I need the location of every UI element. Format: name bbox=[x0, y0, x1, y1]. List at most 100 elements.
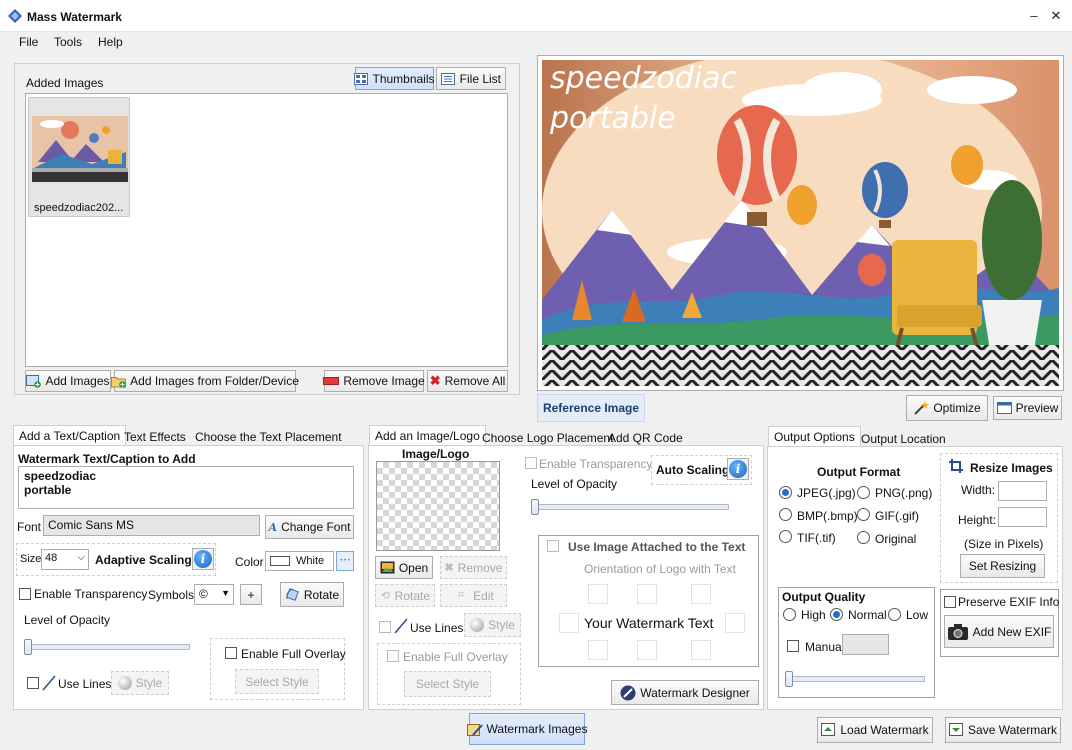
manual-quality-checkbox[interactable] bbox=[787, 640, 799, 652]
remove-image-label: Remove Image bbox=[343, 374, 425, 388]
font-field[interactable]: Comic Sans MS bbox=[43, 515, 260, 536]
format-tif-radio[interactable] bbox=[779, 530, 792, 543]
orientation-top-left[interactable] bbox=[588, 584, 608, 604]
add-symbol-button[interactable]: + bbox=[240, 584, 262, 605]
remove-logo-button[interactable]: ✖ Remove bbox=[440, 556, 507, 579]
format-original-radio[interactable] bbox=[857, 531, 870, 544]
orientation-top-right[interactable] bbox=[691, 584, 711, 604]
change-font-button[interactable]: A Change Font bbox=[265, 515, 354, 539]
rotate-icon: ⟲ bbox=[380, 590, 390, 602]
thumbnail-item[interactable]: speedzodiac202... bbox=[28, 97, 130, 217]
preserve-exif-checkbox[interactable] bbox=[944, 596, 956, 608]
reference-overlay-line2: portable bbox=[549, 101, 676, 136]
open-image-icon bbox=[380, 561, 395, 575]
file-list-view-button[interactable]: File List bbox=[436, 67, 506, 90]
format-jpeg-radio[interactable] bbox=[779, 486, 792, 499]
logo-style-button[interactable]: Style bbox=[464, 613, 521, 637]
font-label: Font bbox=[17, 520, 42, 534]
format-gif-radio[interactable] bbox=[857, 508, 870, 521]
logo-enable-full-overlay-label: Enable Full Overlay bbox=[403, 650, 508, 664]
height-input[interactable] bbox=[998, 507, 1047, 527]
optimize-button[interactable]: Optimize bbox=[906, 395, 988, 421]
tab-add-text-caption[interactable]: Add a Text/Caption bbox=[13, 425, 127, 447]
caption-textarea[interactable]: speedzodiac portable bbox=[18, 466, 354, 509]
format-gif-label: GIF(.gif) bbox=[875, 509, 919, 523]
thumbnails-icon bbox=[354, 72, 369, 86]
text-use-lines-checkbox[interactable] bbox=[27, 677, 39, 689]
watermark-designer-button[interactable]: Watermark Designer bbox=[611, 680, 759, 705]
edit-logo-button[interactable]: ⌗ Edit bbox=[440, 584, 507, 607]
quality-slider[interactable] bbox=[785, 676, 925, 682]
quality-low-radio[interactable] bbox=[888, 608, 901, 621]
rotate-text-button[interactable]: Rotate bbox=[280, 582, 344, 607]
save-watermark-button[interactable]: Save Watermark bbox=[945, 717, 1061, 743]
orientation-top-center[interactable] bbox=[637, 584, 657, 604]
text-select-style-button[interactable]: Select Style bbox=[235, 669, 319, 694]
logo-enable-transparency-label: Enable Transparency bbox=[539, 457, 653, 471]
symbols-select[interactable]: © ▼ bbox=[194, 584, 234, 605]
add-images-icon bbox=[26, 374, 42, 388]
enable-full-overlay-checkbox[interactable] bbox=[225, 647, 237, 659]
logo-opacity-slider[interactable] bbox=[531, 504, 729, 510]
format-png-radio[interactable] bbox=[857, 486, 870, 499]
your-watermark-text-label: Your Watermark Text bbox=[584, 615, 714, 631]
menu-help[interactable]: Help bbox=[98, 35, 123, 49]
text-style-button[interactable]: Style bbox=[111, 671, 169, 695]
orientation-right[interactable] bbox=[725, 613, 745, 633]
orientation-bottom-center[interactable] bbox=[637, 640, 657, 660]
open-logo-button[interactable]: Open bbox=[375, 556, 433, 579]
text-opacity-slider[interactable] bbox=[24, 644, 190, 650]
set-resizing-button[interactable]: Set Resizing bbox=[960, 554, 1045, 578]
diagonal-line-icon bbox=[42, 675, 56, 691]
orientation-bottom-left[interactable] bbox=[588, 640, 608, 660]
tab-output-options[interactable]: Output Options bbox=[768, 426, 861, 448]
color-picker-button[interactable]: ⋯ bbox=[336, 551, 354, 571]
auto-scaling-info-button[interactable]: i bbox=[727, 458, 749, 480]
text-opacity-slider-thumb[interactable] bbox=[24, 639, 32, 655]
add-images-from-folder-button[interactable]: Add Images from Folder/Device bbox=[111, 370, 299, 392]
rotate-logo-button[interactable]: ⟲ Rotate bbox=[375, 584, 435, 607]
logo-opacity-slider-thumb[interactable] bbox=[531, 499, 539, 515]
menu-tools[interactable]: Tools bbox=[54, 35, 82, 49]
format-bmp-radio[interactable] bbox=[779, 508, 792, 521]
menu-bar bbox=[0, 32, 1072, 52]
logo-enable-full-overlay-checkbox[interactable] bbox=[387, 650, 399, 662]
camera-icon bbox=[947, 623, 969, 641]
save-watermark-icon bbox=[949, 723, 964, 737]
open-logo-label: Open bbox=[398, 560, 429, 575]
file-list-icon bbox=[441, 72, 456, 86]
orientation-bottom-right[interactable] bbox=[691, 640, 711, 660]
minimize-button[interactable]: – bbox=[1027, 8, 1041, 24]
menu-file[interactable]: File bbox=[19, 35, 38, 49]
size-select[interactable]: 48 ⌵ bbox=[41, 549, 89, 570]
quality-slider-thumb[interactable] bbox=[785, 671, 793, 687]
load-watermark-button[interactable]: Load Watermark bbox=[817, 717, 933, 743]
close-button[interactable]: ✕ bbox=[1049, 8, 1063, 24]
logo-use-lines-checkbox[interactable] bbox=[379, 621, 391, 633]
quality-high-radio[interactable] bbox=[783, 608, 796, 621]
add-new-exif-button[interactable]: Add New EXIF bbox=[944, 615, 1054, 648]
add-images-button[interactable]: Add Images bbox=[25, 370, 111, 392]
resize-images-label: Resize Images bbox=[970, 461, 1053, 475]
preview-button[interactable]: Preview bbox=[993, 396, 1062, 420]
remove-all-button[interactable]: ✖ Remove All bbox=[427, 370, 508, 392]
enable-transparency-checkbox[interactable] bbox=[19, 588, 31, 600]
thumbnails-view-button[interactable]: Thumbnails bbox=[354, 67, 435, 90]
width-input[interactable] bbox=[998, 481, 1047, 501]
orientation-left[interactable] bbox=[559, 613, 579, 633]
logo-select-style-button[interactable]: Select Style bbox=[404, 671, 491, 697]
color-field[interactable]: White bbox=[265, 551, 334, 571]
quality-normal-radio[interactable] bbox=[830, 608, 843, 621]
manual-quality-input[interactable] bbox=[842, 634, 889, 655]
remove-logo-label: Remove bbox=[457, 560, 503, 575]
use-image-attached-checkbox[interactable] bbox=[547, 540, 559, 552]
remove-image-button[interactable]: Remove Image bbox=[323, 370, 425, 392]
quality-normal-label: Normal bbox=[848, 608, 887, 622]
orientation-label: Orientation of Logo with Text bbox=[584, 562, 736, 576]
logo-preview-area[interactable] bbox=[376, 461, 500, 551]
color-value: White bbox=[296, 555, 325, 567]
watermark-images-button[interactable]: Watermark Images bbox=[466, 713, 587, 745]
tab-add-image-logo[interactable]: Add an Image/Logo bbox=[369, 425, 486, 447]
logo-enable-transparency-checkbox[interactable] bbox=[525, 457, 537, 469]
adaptive-scaling-info-button[interactable]: i bbox=[192, 548, 214, 570]
